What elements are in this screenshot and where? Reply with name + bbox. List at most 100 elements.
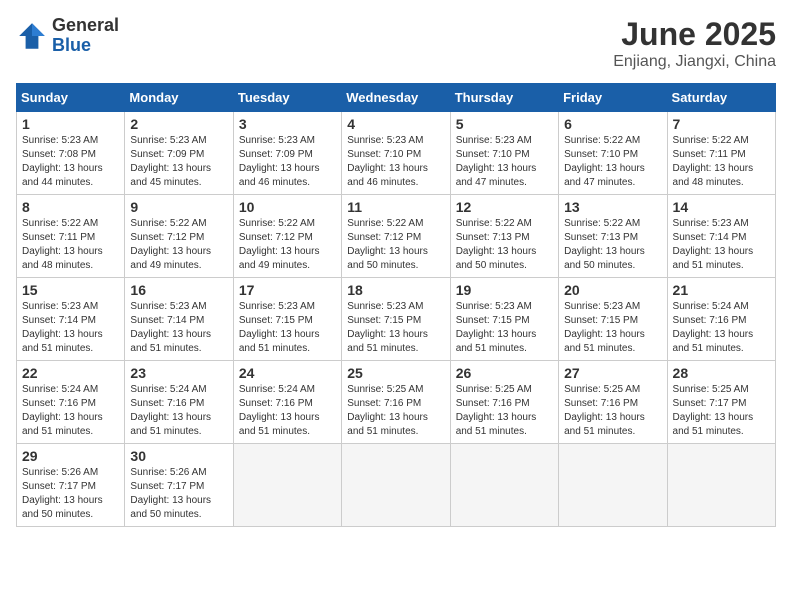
day-number: 12: [456, 199, 553, 215]
calendar-day-cell: 22 Sunrise: 5:24 AM Sunset: 7:16 PM Dayl…: [17, 361, 125, 444]
calendar-day-cell: 14 Sunrise: 5:23 AM Sunset: 7:14 PM Dayl…: [667, 195, 775, 278]
sunrise-label: Sunrise: 5:23 AM: [347, 301, 423, 312]
day-number: 18: [347, 282, 444, 298]
day-number: 3: [239, 116, 336, 132]
calendar-day-cell: 24 Sunrise: 5:24 AM Sunset: 7:16 PM Dayl…: [233, 361, 341, 444]
day-info: Sunrise: 5:23 AM Sunset: 7:14 PM Dayligh…: [130, 300, 227, 356]
day-number: 19: [456, 282, 553, 298]
sunrise-label: Sunrise: 5:26 AM: [130, 467, 206, 478]
day-number: 10: [239, 199, 336, 215]
day-number: 20: [564, 282, 661, 298]
daylight-label: Daylight: 13 hours and 46 minutes.: [347, 163, 428, 188]
calendar-day-cell: 1 Sunrise: 5:23 AM Sunset: 7:08 PM Dayli…: [17, 112, 125, 195]
daylight-label: Daylight: 13 hours and 49 minutes.: [130, 246, 211, 271]
daylight-label: Daylight: 13 hours and 51 minutes.: [239, 329, 320, 354]
sunrise-label: Sunrise: 5:22 AM: [456, 218, 532, 229]
day-number: 1: [22, 116, 119, 132]
calendar-day-cell: 17 Sunrise: 5:23 AM Sunset: 7:15 PM Dayl…: [233, 278, 341, 361]
daylight-label: Daylight: 13 hours and 51 minutes.: [673, 412, 754, 437]
day-info: Sunrise: 5:23 AM Sunset: 7:15 PM Dayligh…: [456, 300, 553, 356]
day-number: 30: [130, 448, 227, 464]
day-number: 24: [239, 365, 336, 381]
day-number: 13: [564, 199, 661, 215]
sunset-label: Sunset: 7:15 PM: [456, 315, 530, 326]
sunset-label: Sunset: 7:13 PM: [564, 232, 638, 243]
calendar-week-row: 29 Sunrise: 5:26 AM Sunset: 7:17 PM Dayl…: [17, 444, 776, 527]
calendar-day-cell: 20 Sunrise: 5:23 AM Sunset: 7:15 PM Dayl…: [559, 278, 667, 361]
daylight-label: Daylight: 13 hours and 50 minutes.: [130, 495, 211, 520]
day-info: Sunrise: 5:24 AM Sunset: 7:16 PM Dayligh…: [239, 383, 336, 439]
sunset-label: Sunset: 7:11 PM: [673, 149, 746, 160]
sunset-label: Sunset: 7:13 PM: [456, 232, 530, 243]
day-info: Sunrise: 5:24 AM Sunset: 7:16 PM Dayligh…: [130, 383, 227, 439]
daylight-label: Daylight: 13 hours and 49 minutes.: [239, 246, 320, 271]
sunrise-label: Sunrise: 5:23 AM: [673, 218, 749, 229]
sunset-label: Sunset: 7:12 PM: [130, 232, 204, 243]
day-info: Sunrise: 5:23 AM Sunset: 7:14 PM Dayligh…: [673, 217, 770, 273]
calendar-day-cell: 2 Sunrise: 5:23 AM Sunset: 7:09 PM Dayli…: [125, 112, 233, 195]
logo-icon: [16, 20, 48, 52]
sunset-label: Sunset: 7:14 PM: [22, 315, 96, 326]
sunrise-label: Sunrise: 5:22 AM: [130, 218, 206, 229]
day-number: 21: [673, 282, 770, 298]
weekday-header: Tuesday: [233, 84, 341, 112]
weekday-header: Wednesday: [342, 84, 450, 112]
day-number: 25: [347, 365, 444, 381]
calendar-day-cell: 19 Sunrise: 5:23 AM Sunset: 7:15 PM Dayl…: [450, 278, 558, 361]
calendar-day-cell: 15 Sunrise: 5:23 AM Sunset: 7:14 PM Dayl…: [17, 278, 125, 361]
sunrise-label: Sunrise: 5:23 AM: [22, 135, 98, 146]
sunrise-label: Sunrise: 5:23 AM: [239, 301, 315, 312]
calendar-day-cell: 16 Sunrise: 5:23 AM Sunset: 7:14 PM Dayl…: [125, 278, 233, 361]
day-number: 9: [130, 199, 227, 215]
sunrise-label: Sunrise: 5:23 AM: [239, 135, 315, 146]
day-info: Sunrise: 5:22 AM Sunset: 7:11 PM Dayligh…: [22, 217, 119, 273]
calendar-day-cell: 26 Sunrise: 5:25 AM Sunset: 7:16 PM Dayl…: [450, 361, 558, 444]
sunrise-label: Sunrise: 5:24 AM: [130, 384, 206, 395]
logo-text: General Blue: [52, 16, 119, 56]
calendar-day-cell: [450, 444, 558, 527]
day-info: Sunrise: 5:26 AM Sunset: 7:17 PM Dayligh…: [22, 466, 119, 522]
sunrise-label: Sunrise: 5:23 AM: [130, 301, 206, 312]
day-number: 29: [22, 448, 119, 464]
sunset-label: Sunset: 7:16 PM: [130, 398, 204, 409]
calendar-day-cell: 8 Sunrise: 5:22 AM Sunset: 7:11 PM Dayli…: [17, 195, 125, 278]
day-number: 8: [22, 199, 119, 215]
day-number: 2: [130, 116, 227, 132]
calendar-header-row: SundayMondayTuesdayWednesdayThursdayFrid…: [17, 84, 776, 112]
day-info: Sunrise: 5:23 AM Sunset: 7:15 PM Dayligh…: [564, 300, 661, 356]
daylight-label: Daylight: 13 hours and 48 minutes.: [673, 163, 754, 188]
calendar-day-cell: 6 Sunrise: 5:22 AM Sunset: 7:10 PM Dayli…: [559, 112, 667, 195]
sunset-label: Sunset: 7:15 PM: [347, 315, 421, 326]
sunrise-label: Sunrise: 5:23 AM: [130, 135, 206, 146]
day-info: Sunrise: 5:23 AM Sunset: 7:08 PM Dayligh…: [22, 134, 119, 190]
logo-blue: Blue: [52, 36, 119, 56]
sunset-label: Sunset: 7:08 PM: [22, 149, 96, 160]
daylight-label: Daylight: 13 hours and 45 minutes.: [130, 163, 211, 188]
calendar-day-cell: 30 Sunrise: 5:26 AM Sunset: 7:17 PM Dayl…: [125, 444, 233, 527]
sunset-label: Sunset: 7:12 PM: [347, 232, 421, 243]
sunset-label: Sunset: 7:17 PM: [22, 481, 96, 492]
day-number: 14: [673, 199, 770, 215]
day-info: Sunrise: 5:24 AM Sunset: 7:16 PM Dayligh…: [22, 383, 119, 439]
logo: General Blue: [16, 16, 119, 56]
sunset-label: Sunset: 7:16 PM: [22, 398, 96, 409]
daylight-label: Daylight: 13 hours and 50 minutes.: [22, 495, 103, 520]
sunrise-label: Sunrise: 5:25 AM: [347, 384, 423, 395]
weekday-header: Monday: [125, 84, 233, 112]
day-number: 7: [673, 116, 770, 132]
day-info: Sunrise: 5:22 AM Sunset: 7:12 PM Dayligh…: [347, 217, 444, 273]
day-info: Sunrise: 5:22 AM Sunset: 7:10 PM Dayligh…: [564, 134, 661, 190]
day-info: Sunrise: 5:25 AM Sunset: 7:16 PM Dayligh…: [564, 383, 661, 439]
day-info: Sunrise: 5:22 AM Sunset: 7:13 PM Dayligh…: [456, 217, 553, 273]
calendar-week-row: 15 Sunrise: 5:23 AM Sunset: 7:14 PM Dayl…: [17, 278, 776, 361]
calendar-table: SundayMondayTuesdayWednesdayThursdayFrid…: [16, 83, 776, 527]
daylight-label: Daylight: 13 hours and 51 minutes.: [22, 329, 103, 354]
day-number: 23: [130, 365, 227, 381]
calendar-day-cell: [233, 444, 341, 527]
calendar-day-cell: 7 Sunrise: 5:22 AM Sunset: 7:11 PM Dayli…: [667, 112, 775, 195]
calendar-day-cell: 5 Sunrise: 5:23 AM Sunset: 7:10 PM Dayli…: [450, 112, 558, 195]
daylight-label: Daylight: 13 hours and 51 minutes.: [347, 412, 428, 437]
calendar-day-cell: 25 Sunrise: 5:25 AM Sunset: 7:16 PM Dayl…: [342, 361, 450, 444]
sunrise-label: Sunrise: 5:24 AM: [673, 301, 749, 312]
sunset-label: Sunset: 7:17 PM: [130, 481, 204, 492]
